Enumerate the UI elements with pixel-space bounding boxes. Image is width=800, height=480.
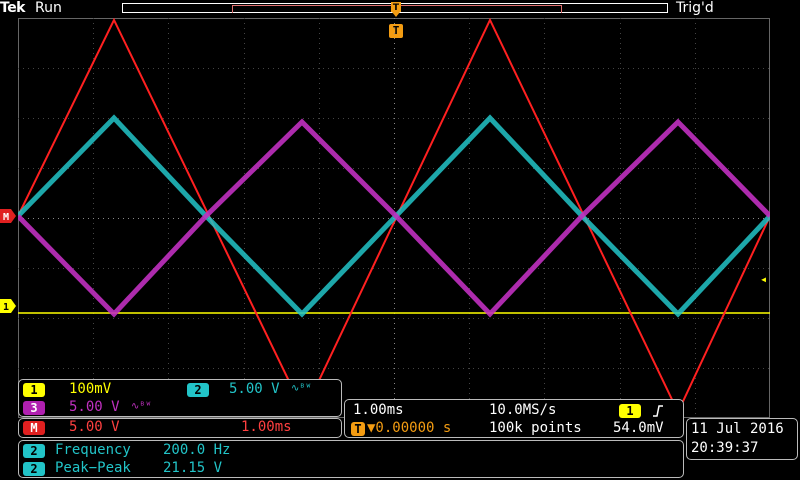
- sample-rate: 10.0MS/s: [489, 402, 557, 418]
- datetime-panel: 11 Jul 2016 20:39:37: [686, 418, 798, 460]
- measurement-badge: 2: [23, 444, 45, 458]
- rising-edge-icon[interactable]: [651, 404, 665, 418]
- ch3-bandwidth-limit-icon: ∿ᴮᵂ: [131, 401, 152, 412]
- math-scale[interactable]: 5.00 V: [69, 419, 120, 435]
- math-marker-label: M: [3, 212, 9, 223]
- trigger-position-icon: T: [391, 2, 401, 17]
- math-time-scale[interactable]: 1.00ms: [241, 419, 292, 435]
- timebase-panel: 1.00ms 10.0MS/s 1 T ▼0.00000 s 100k poin…: [344, 399, 684, 438]
- trigger-state: Trig'd: [676, 0, 714, 16]
- ch3-badge[interactable]: 3: [23, 401, 45, 415]
- math-ground-marker[interactable]: M: [0, 209, 16, 223]
- ch1-scale[interactable]: 100mV: [69, 381, 111, 397]
- ch3-scale[interactable]: 5.00 V: [69, 399, 120, 415]
- channel-readout-panel: 1 100mV 2 5.00 V ∿ᴮᵂ 3 5.00 V ∿ᴮᵂ: [18, 379, 342, 417]
- ch2-bandwidth-limit-icon: ∿ᴮᵂ: [291, 383, 312, 394]
- trigger-level[interactable]: 54.0mV: [613, 420, 664, 436]
- measurement-value: 21.15 V: [163, 460, 223, 476]
- measurement-label: Frequency: [55, 442, 131, 458]
- ch1-badge[interactable]: 1: [23, 383, 45, 397]
- ch2-scale[interactable]: 5.00 V: [229, 381, 280, 397]
- measurement-panel: 2 Frequency 200.0 Hz 2 Peak−Peak 21.15 V: [18, 440, 684, 478]
- ch1-ground-marker[interactable]: 1: [0, 299, 16, 313]
- status-bar: Tek Run T Trig'd: [0, 0, 800, 18]
- trigger-level-arrow-icon[interactable]: ◂: [760, 272, 767, 286]
- svg-text:T: T: [393, 3, 400, 13]
- brand-logo: Tek: [0, 0, 26, 16]
- record-length[interactable]: 100k points: [489, 420, 582, 436]
- acquisition-state[interactable]: Run: [35, 0, 62, 16]
- ch1-marker-label: 1: [3, 302, 9, 313]
- horizontal-scale[interactable]: 1.00ms: [353, 402, 404, 418]
- trigger-position[interactable]: ▼0.00000 s: [367, 420, 451, 436]
- time: 20:39:37: [691, 440, 759, 456]
- measurement-label: Peak−Peak: [55, 460, 131, 476]
- math-badge[interactable]: M: [23, 421, 45, 435]
- math-readout-panel: M 5.00 V 1.00ms: [18, 418, 342, 438]
- measurement-value: 200.0 Hz: [163, 442, 231, 458]
- waveform-display[interactable]: [18, 18, 770, 418]
- date: 11 Jul 2016: [691, 421, 784, 437]
- trigger-position-badge[interactable]: T: [351, 422, 365, 436]
- ch2-badge[interactable]: 2: [187, 383, 209, 397]
- trigger-source-badge[interactable]: 1: [619, 404, 641, 418]
- measurement-badge: 2: [23, 462, 45, 476]
